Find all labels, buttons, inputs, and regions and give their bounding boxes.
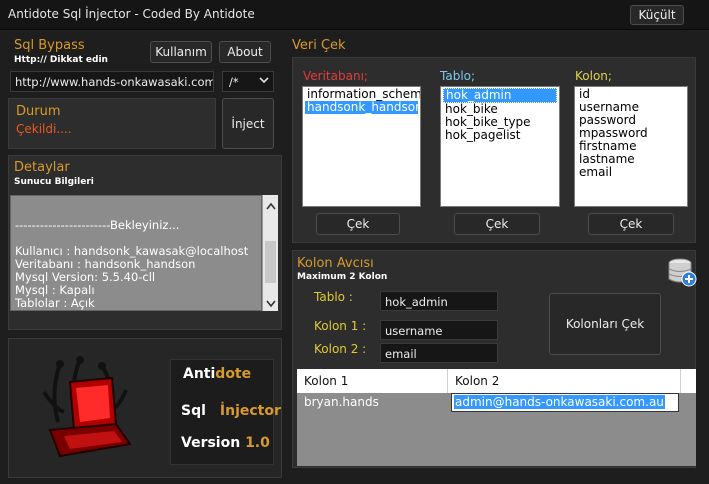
scroll-thumb[interactable] xyxy=(265,241,276,283)
database-add-icon xyxy=(666,256,698,291)
bypass-hint: Http:// Dikkat edin xyxy=(14,55,108,65)
table-row[interactable]: bryan.hands admin@hands-onkawasaki.com.a… xyxy=(297,393,696,412)
inject-button[interactable]: İnject xyxy=(222,98,274,149)
veri-cek-title: Veri Çek xyxy=(292,38,346,53)
fetch-databases-button[interactable]: Çek xyxy=(316,213,400,235)
brand-line-2: Sql İnjector xyxy=(181,403,281,419)
server-info-line: -----------------------Bekleyiniz... xyxy=(15,218,180,232)
column-label: Kolon; xyxy=(575,69,612,83)
scroll-up-icon[interactable] xyxy=(266,199,276,213)
brand-line-3: Version 1.0 xyxy=(181,435,270,451)
results-grid-header: Kolon 1 Kolon 2 xyxy=(297,369,696,393)
column-hunter-subtitle: Maximum 2 Kolon xyxy=(297,272,388,282)
hacker-laptop-icon xyxy=(30,352,142,471)
database-label: Veritabanı; xyxy=(303,69,368,83)
about-button[interactable]: About xyxy=(219,41,271,63)
details-subtitle: Sunucu Bilgileri xyxy=(14,177,94,187)
server-info-line xyxy=(15,310,257,311)
grid-header-divider xyxy=(447,369,448,393)
fetch-columns-button[interactable]: Çek xyxy=(588,213,674,235)
status-title: Durum xyxy=(16,104,61,119)
column-hunter-title: Kolon Avcısı xyxy=(297,256,374,271)
scroll-down-icon[interactable] xyxy=(266,297,276,311)
hunter-table-input[interactable]: hok_admin xyxy=(380,291,498,311)
brand-line-1: Antidote xyxy=(183,366,252,382)
list-item[interactable]: hok_pagelist xyxy=(443,129,557,142)
fetch-tables-button[interactable]: Çek xyxy=(454,213,540,235)
table-list[interactable]: hok_admin hok_bike hok_bike_type hok_pag… xyxy=(440,86,560,207)
database-list[interactable]: information_schema handsonk_handson xyxy=(302,86,421,207)
server-info-text: -----------------------Bekleyiniz... Kul… xyxy=(15,218,257,311)
url-input[interactable]: http://www.hands-onkawasaki.com.au/c xyxy=(10,71,214,92)
grid-header-divider xyxy=(680,369,681,393)
fetch-columns-data-button[interactable]: Kolonları Çek xyxy=(549,293,661,355)
status-value: Çekildi.... xyxy=(16,122,72,136)
details-scrollbar[interactable] xyxy=(262,195,278,311)
list-item-selected[interactable]: handsonk_handson xyxy=(305,101,420,114)
table-label: Tablo; xyxy=(440,69,476,83)
hunter-table-label: Tablo : xyxy=(314,290,353,304)
grid-cell-selected-text[interactable]: admin@hands-onkawasaki.com.au xyxy=(454,395,665,409)
grid-cell[interactable]: bryan.hands xyxy=(304,395,379,409)
hunter-col1-label: Kolon 1 : xyxy=(314,319,367,333)
sql-bypass-title: Sql Bypass xyxy=(14,38,85,53)
hunter-col2-label: Kolon 2 : xyxy=(314,342,367,356)
chevron-down-icon xyxy=(259,74,269,89)
grid-header-col2[interactable]: Kolon 2 xyxy=(455,374,499,388)
list-item-selected[interactable]: hok_admin xyxy=(443,88,557,103)
grid-cell-editor[interactable]: admin@hands-onkawasaki.com.au xyxy=(451,393,679,412)
hunter-col1-input[interactable]: username xyxy=(380,320,498,340)
server-info-box: -----------------------Bekleyiniz... Kul… xyxy=(10,195,262,311)
list-item[interactable]: email xyxy=(577,166,685,179)
comment-select[interactable]: /* xyxy=(222,71,274,92)
hunter-col2-input[interactable]: email xyxy=(380,343,498,363)
minimize-button[interactable]: Küçült xyxy=(630,5,684,25)
column-list[interactable]: id username password mpassword firstname… xyxy=(574,86,688,207)
server-info-line: Tablolar : Açık xyxy=(15,296,95,310)
window-title: Antidote Sql İnjector - Coded By Antidot… xyxy=(8,7,255,21)
details-title: Detaylar xyxy=(14,160,70,175)
grid-header-col1[interactable]: Kolon 1 xyxy=(304,374,348,388)
usage-button[interactable]: Kullanım xyxy=(150,41,212,63)
results-grid-body: bryan.hands admin@hands-onkawasaki.com.a… xyxy=(297,393,696,466)
comment-select-value: /* xyxy=(229,75,239,89)
